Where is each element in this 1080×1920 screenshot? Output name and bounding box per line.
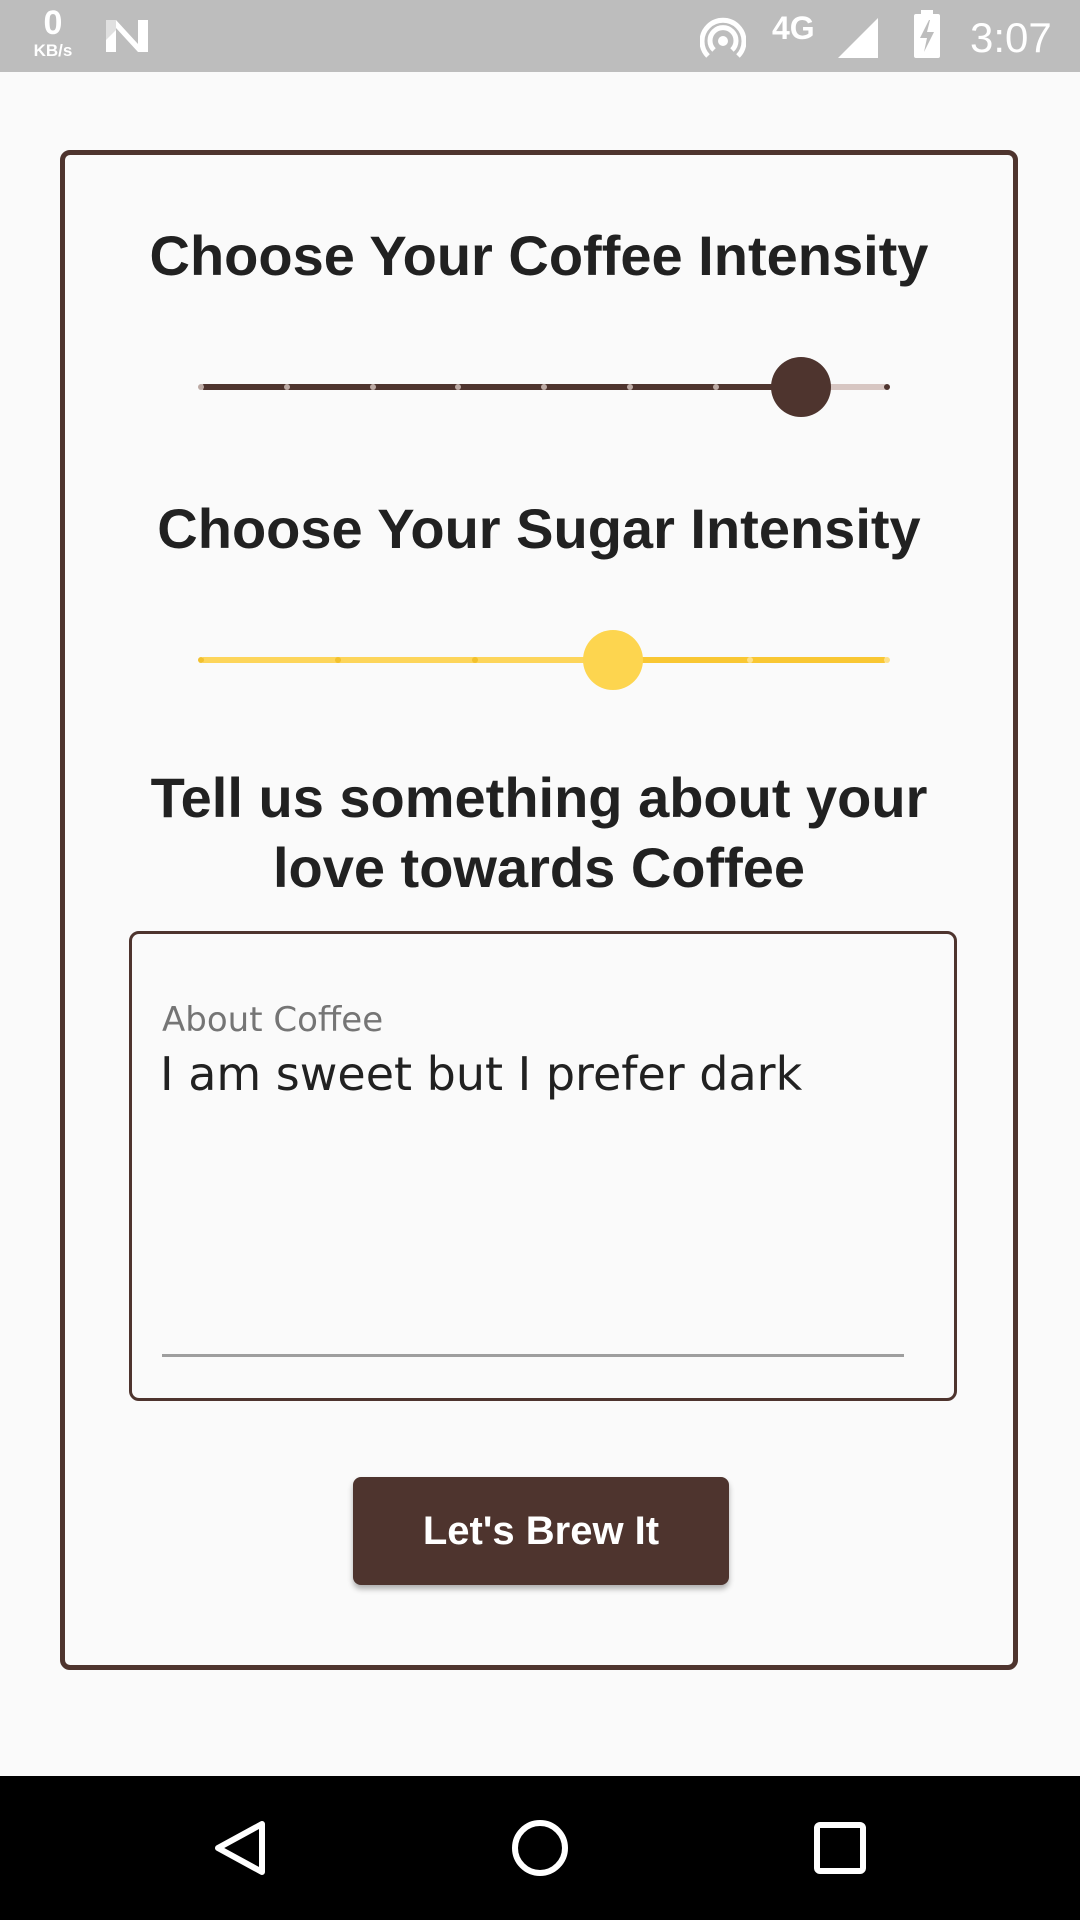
coffee-slider-tick [198, 384, 204, 390]
signal-icon [838, 18, 878, 58]
coffee-slider-tick [283, 384, 290, 390]
coffee-form-card: Choose Your Coffee Intensity Choose Your… [60, 150, 1018, 1670]
recents-button[interactable] [790, 1798, 890, 1898]
back-button[interactable] [190, 1798, 290, 1898]
recents-icon [814, 1822, 866, 1874]
sugar-slider-tick [746, 657, 753, 663]
status-bar: 0 KB/s 4G 3:07 [0, 0, 1080, 72]
network-type: 4G [772, 10, 815, 46]
network-speed: 0 KB/s [26, 6, 80, 59]
home-button[interactable] [490, 1798, 590, 1898]
sugar-slider-fill [201, 657, 613, 663]
home-icon [512, 1820, 568, 1876]
sugar-intensity-title: Choose Your Sugar Intensity [157, 497, 921, 560]
about-coffee-label: About Coffee [162, 1000, 384, 1040]
network-speed-unit: KB/s [33, 41, 73, 60]
coffee-slider-tick [712, 384, 719, 390]
coffee-slider-tick [541, 384, 547, 390]
sugar-slider-thumb[interactable] [582, 630, 643, 690]
sugar-slider-tick [198, 657, 204, 663]
navigation-bar [0, 1776, 1080, 1920]
about-coffee-input[interactable]: I am sweet but I prefer dark [160, 1046, 920, 1336]
coffee-slider-fill [201, 384, 802, 390]
coffee-intensity-slider[interactable] [198, 355, 890, 419]
notification-n-icon [106, 20, 148, 52]
coffee-intensity-title: Choose Your Coffee Intensity [149, 224, 929, 287]
clock: 3:07 [970, 14, 1052, 61]
sugar-slider-tick [884, 657, 890, 663]
input-underline [162, 1354, 904, 1357]
brew-button[interactable]: Let's Brew It [353, 1477, 729, 1585]
battery-charging-icon [914, 10, 940, 58]
hotspot-icon [700, 17, 746, 58]
coffee-slider-tick [369, 384, 376, 390]
coffee-slider-tick [884, 384, 890, 390]
about-coffee-title: Tell us something about your love toward… [150, 766, 928, 899]
coffee-slider-thumb[interactable] [771, 357, 832, 417]
back-icon [215, 1821, 265, 1875]
about-coffee-field[interactable]: About Coffee I am sweet but I prefer dar… [129, 931, 957, 1401]
network-speed-value: 0 [43, 4, 63, 42]
sugar-intensity-slider[interactable] [198, 628, 890, 692]
coffee-slider-tick [626, 384, 633, 390]
